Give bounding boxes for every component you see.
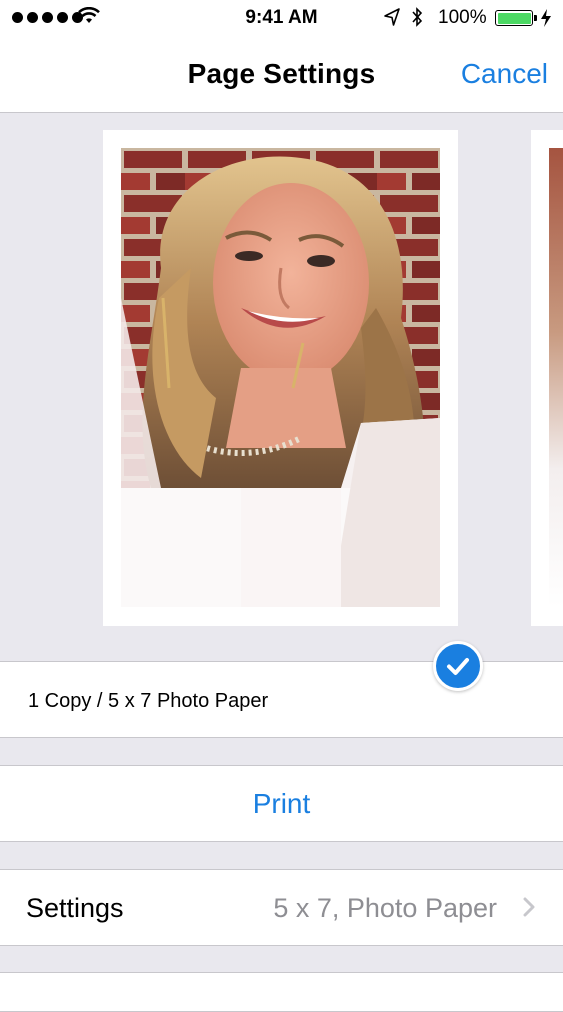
- bolt-icon: [541, 9, 551, 27]
- print-preview: [0, 113, 563, 661]
- print-button[interactable]: Print: [0, 765, 563, 842]
- navigation-bar: Page Settings Cancel: [0, 36, 563, 113]
- settings-label: Settings: [26, 893, 124, 923]
- settings-value: 5 x 7, Photo Paper: [273, 893, 497, 923]
- chevron-right-icon: [523, 897, 535, 917]
- location-arrow-icon: [384, 8, 400, 26]
- print-label: Print: [252, 788, 311, 819]
- battery-icon: [495, 10, 537, 26]
- settings-row[interactable]: Settings 5 x 7, Photo Paper: [0, 869, 563, 946]
- photo-preview: [121, 148, 440, 607]
- cancel-button[interactable]: Cancel: [461, 58, 548, 90]
- selected-checkmark-button[interactable]: [433, 641, 483, 691]
- page-preview-card[interactable]: [103, 130, 458, 626]
- battery-percent: 100%: [438, 7, 487, 28]
- next-row: [0, 972, 563, 1012]
- bluetooth-icon: [412, 7, 423, 27]
- copies-paper-summary: 1 Copy / 5 x 7 Photo Paper: [28, 690, 269, 712]
- status-bar: 9:41 AM 100%: [0, 0, 563, 36]
- checkmark-icon: [447, 658, 469, 675]
- next-page-preview-card[interactable]: [531, 130, 563, 626]
